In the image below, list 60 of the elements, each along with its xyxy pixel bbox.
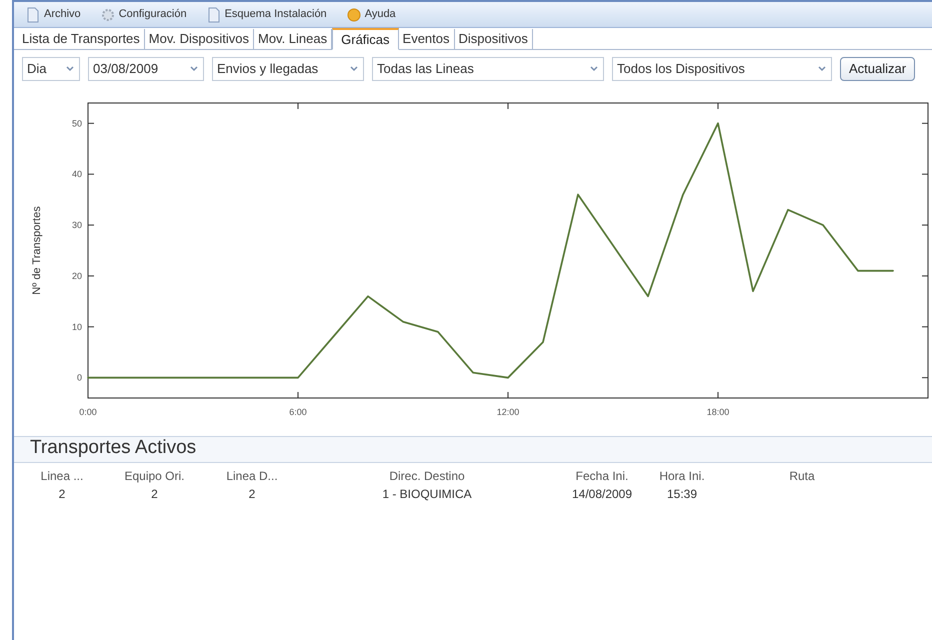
chevron-down-icon xyxy=(189,65,199,73)
tab[interactable]: Gráficas xyxy=(332,28,399,50)
column-header: Ruta xyxy=(789,468,815,485)
column-header: Fecha Ini. xyxy=(576,468,628,485)
axis-label: 50 xyxy=(72,118,82,128)
axis-label: 6:00 xyxy=(289,407,307,417)
table-cell-text: 14/08/2009 xyxy=(572,486,632,503)
tab[interactable]: Lista de Transportes xyxy=(18,29,145,49)
menu-item[interactable]: Ayuda xyxy=(346,6,396,23)
dropdown[interactable]: Todas las Lineas xyxy=(372,57,604,81)
tick-mark xyxy=(922,377,928,378)
table-cell-text: 1 - BIOQUIMICA xyxy=(382,486,472,503)
axis-label: 12:00 xyxy=(496,407,520,417)
axis-label: 20 xyxy=(72,270,82,281)
dropdown[interactable]: Dia xyxy=(22,57,80,81)
tab[interactable]: Dispositivos xyxy=(454,29,533,49)
section-title: Transportes Activos xyxy=(30,436,196,460)
column-header: Equipo Ori. xyxy=(124,468,185,485)
chevron-down-icon xyxy=(349,65,359,73)
axis-label: 0:00 xyxy=(79,407,97,417)
tick-mark xyxy=(922,122,928,124)
update-button[interactable]: Actualizar xyxy=(840,57,916,81)
chevron-down-icon xyxy=(65,65,75,73)
tick-mark xyxy=(88,275,94,276)
tick-mark xyxy=(88,174,94,175)
gear-icon xyxy=(100,6,115,22)
column-header: Linea ... xyxy=(40,468,84,485)
column-header: Hora Ini. xyxy=(659,468,705,485)
tab[interactable]: Mov. Dispositivos xyxy=(144,29,254,49)
axis-label: 0 xyxy=(76,372,82,383)
axis-label: 10 xyxy=(72,322,82,332)
dropdown[interactable]: Envios y llegadas xyxy=(212,57,364,81)
menu-item[interactable]: Configuración xyxy=(100,6,187,23)
table-cell-text: 2 xyxy=(151,486,158,503)
tick-mark xyxy=(922,326,928,328)
tick-mark xyxy=(88,326,94,328)
axis-title: Nº de Transportes xyxy=(31,206,43,295)
tick-mark xyxy=(922,224,928,226)
document-icon xyxy=(206,6,221,22)
column-header: Direc. Destino xyxy=(389,468,465,485)
tick-mark xyxy=(922,275,928,276)
chevron-down-icon xyxy=(817,65,827,73)
column-header: Linea D... xyxy=(226,468,278,485)
axis-label: 40 xyxy=(72,169,82,180)
table-cell-text: 15:39 xyxy=(666,486,698,503)
tick-mark xyxy=(922,174,928,175)
axis-label: 30 xyxy=(72,220,82,230)
tab[interactable]: Eventos xyxy=(398,29,455,49)
axis-label: 18:00 xyxy=(706,407,730,417)
menu-item[interactable]: Archivo xyxy=(26,6,81,23)
tick-mark xyxy=(88,122,94,124)
dropdown[interactable]: 03/08/2009 xyxy=(88,57,204,81)
help-icon xyxy=(346,6,361,22)
menu-item[interactable]: Esquema Instalación xyxy=(206,6,327,23)
dropdown[interactable]: Todos los Dispositivos xyxy=(612,57,832,81)
table-cell-text: 2 xyxy=(58,486,66,503)
document-icon xyxy=(26,6,40,22)
table-cell-text: 2 xyxy=(248,486,256,503)
tick-mark xyxy=(88,224,94,226)
chevron-down-icon xyxy=(589,65,599,73)
